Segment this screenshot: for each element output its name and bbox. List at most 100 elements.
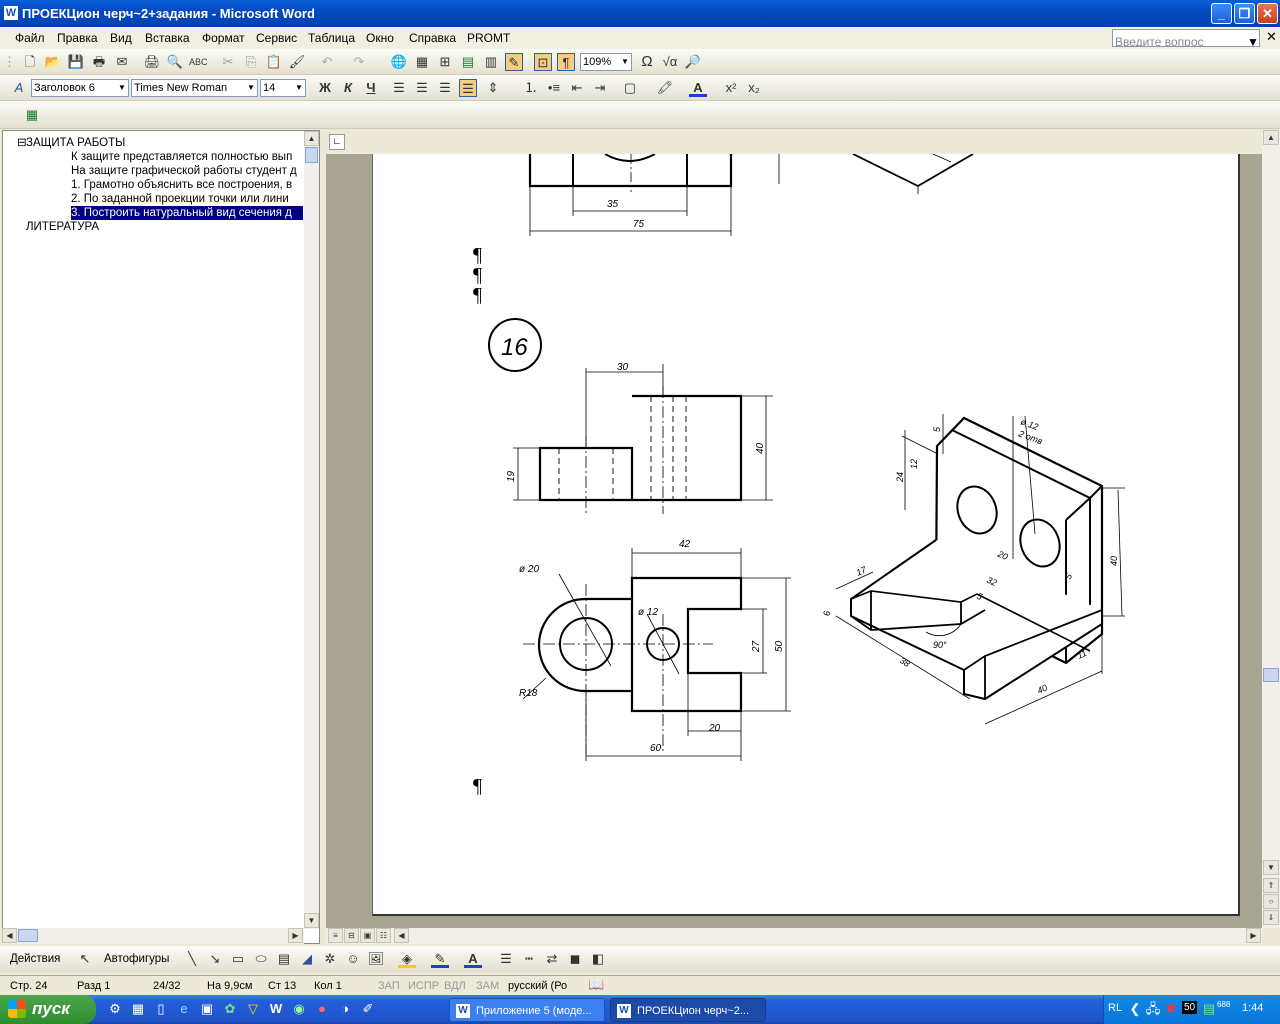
taskbar-task[interactable]: W Приложение 5 (моде... bbox=[449, 998, 605, 1022]
taskbar-task-active[interactable]: W ПРОЕКЦион черч~2... bbox=[610, 998, 766, 1022]
status-trk[interactable]: ИСПР bbox=[408, 980, 439, 992]
nav-vertical-scrollbar[interactable]: ▲ ▼ bbox=[304, 131, 319, 929]
menu-table[interactable]: Таблица bbox=[308, 31, 355, 45]
diagram-icon[interactable]: ✲ bbox=[321, 950, 339, 968]
increase-indent-icon[interactable]: ⇥ bbox=[591, 79, 609, 97]
scroll-right-icon[interactable]: ▶ bbox=[1246, 928, 1261, 943]
status-rec[interactable]: ЗАП bbox=[378, 980, 400, 992]
permission-icon[interactable]: 🖶 bbox=[90, 53, 108, 71]
line-icon[interactable]: ╲ bbox=[183, 950, 201, 968]
spreadsheet-icon[interactable]: ▦ bbox=[23, 106, 41, 124]
insert-excel-icon[interactable]: ▤ bbox=[459, 53, 477, 71]
menu-insert[interactable]: Вставка bbox=[145, 31, 190, 45]
menu-tools[interactable]: Сервис bbox=[256, 31, 297, 45]
draw-actions-menu[interactable]: Действия bbox=[10, 953, 60, 965]
quicklaunch-icon[interactable]: ▦ bbox=[129, 1000, 147, 1018]
bold-button[interactable]: Ж bbox=[316, 79, 334, 97]
align-center-icon[interactable]: ☰ bbox=[413, 79, 431, 97]
network-icon[interactable]: 🖧 bbox=[1144, 1000, 1162, 1018]
tray-counter[interactable]: 50 bbox=[1182, 1001, 1198, 1014]
draw-font-color-icon[interactable]: A bbox=[464, 950, 482, 968]
save-icon[interactable]: 💾 bbox=[67, 53, 85, 71]
quicklaunch-icon[interactable]: ▯ bbox=[152, 1000, 170, 1018]
cut-icon[interactable]: ✂ bbox=[219, 53, 237, 71]
quicklaunch-icon[interactable]: ◑ bbox=[336, 1000, 354, 1018]
font-select[interactable]: Times New Roman ▼ bbox=[131, 79, 258, 97]
clock[interactable]: 1:44 bbox=[1242, 1002, 1263, 1014]
help-search-input[interactable]: Введите вопрос ▼ bbox=[1112, 29, 1260, 47]
superscript-icon[interactable]: x² bbox=[722, 79, 740, 97]
nav-horizontal-scrollbar[interactable]: ◀ ▶ bbox=[2, 928, 304, 944]
select-objects-icon[interactable]: ↖ bbox=[76, 950, 94, 968]
tray-small-counter[interactable]: 688 bbox=[1217, 1000, 1230, 1009]
chevron-down-icon[interactable]: ▼ bbox=[619, 54, 631, 70]
chevron-down-icon[interactable]: ▼ bbox=[293, 80, 305, 96]
shadow-icon[interactable]: ◼ bbox=[566, 950, 584, 968]
quicklaunch-icon[interactable]: ◉ bbox=[290, 1000, 308, 1018]
normal-view-icon[interactable]: ≡ bbox=[328, 928, 343, 943]
menu-help[interactable]: Справка bbox=[409, 31, 456, 45]
nav-item[interactable]: На защите графической работы студент д bbox=[71, 164, 303, 178]
chevron-down-icon[interactable]: ▼ bbox=[245, 80, 257, 96]
copy-icon[interactable]: ⎘ bbox=[242, 53, 260, 71]
scroll-up-icon[interactable]: ▲ bbox=[1263, 130, 1279, 145]
email-icon[interactable]: ✉ bbox=[113, 53, 131, 71]
status-language[interactable]: русский (Ро bbox=[508, 980, 567, 992]
nav-heading[interactable]: ЗАЩИТА РАБОТЫ bbox=[26, 136, 125, 150]
nav-literature[interactable]: ЛИТЕРАТУРА bbox=[26, 220, 99, 234]
start-button[interactable]: пуск bbox=[0, 995, 96, 1024]
line-color-icon[interactable]: ✎ bbox=[431, 950, 449, 968]
numbering-icon[interactable]: ⒈ bbox=[522, 79, 540, 97]
scroll-left-icon[interactable]: ◀ bbox=[394, 928, 409, 943]
previous-page-icon[interactable]: ⇑ bbox=[1263, 878, 1279, 893]
columns-icon[interactable]: ▥ bbox=[482, 53, 500, 71]
status-ext[interactable]: ВДЛ bbox=[444, 980, 466, 992]
oval-icon[interactable]: ⬭ bbox=[252, 950, 270, 968]
quicklaunch-icon[interactable]: ⚙ bbox=[106, 1000, 124, 1018]
restore-button[interactable]: ❐ bbox=[1234, 3, 1255, 24]
borders-icon[interactable]: ▢ bbox=[621, 79, 639, 97]
redo-icon[interactable]: ↷ bbox=[350, 53, 368, 71]
quicklaunch-icon[interactable]: ✿ bbox=[221, 1000, 239, 1018]
nav-item[interactable]: К защите представляется полностью вып bbox=[71, 150, 303, 164]
format-painter-icon[interactable]: 🖌 bbox=[288, 53, 306, 71]
autoshapes-menu[interactable]: Автофигуры bbox=[104, 953, 169, 965]
line-spacing-icon[interactable]: ⇕ bbox=[484, 79, 502, 97]
quicklaunch-icon[interactable]: ● bbox=[313, 1000, 331, 1018]
scroll-down-icon[interactable]: ▼ bbox=[1263, 860, 1279, 875]
open-folder-icon[interactable]: 📂 bbox=[44, 53, 62, 71]
arrow-icon[interactable]: ↘ bbox=[206, 950, 224, 968]
document-map-icon[interactable]: ⊡ bbox=[534, 53, 552, 71]
tables-borders-icon[interactable]: ▦ bbox=[413, 53, 431, 71]
status-ovr[interactable]: ЗАМ bbox=[476, 980, 499, 992]
new-document-icon[interactable]: 🗋 bbox=[21, 53, 39, 71]
document-vertical-scrollbar[interactable]: ▲ ▼ ⇑ ○ ⇓ bbox=[1262, 130, 1280, 928]
language-indicator[interactable]: RL bbox=[1108, 1002, 1122, 1014]
show-formatting-icon[interactable]: ¶ bbox=[557, 53, 575, 71]
scroll-right-icon[interactable]: ▶ bbox=[288, 928, 303, 943]
zoom-select[interactable]: 109% ▼ bbox=[580, 53, 632, 71]
print-layout-icon[interactable]: ▣ bbox=[360, 928, 375, 943]
menu-promt[interactable]: PROMT bbox=[467, 31, 510, 45]
nav-item[interactable]: 2. По заданной проекции точки или лини bbox=[71, 192, 303, 206]
nav-item-selected[interactable]: 3. Построить натуральный вид сечения д bbox=[71, 206, 303, 220]
word-app-icon[interactable]: W bbox=[4, 6, 18, 20]
scroll-thumb[interactable] bbox=[18, 929, 38, 942]
align-left-icon[interactable]: ☰ bbox=[390, 79, 408, 97]
research-icon[interactable]: 🔎 bbox=[684, 53, 702, 71]
quicklaunch-icon[interactable]: ▽ bbox=[244, 1000, 262, 1018]
font-color-icon[interactable]: A bbox=[689, 79, 707, 97]
spelling-icon[interactable]: ABC bbox=[189, 53, 208, 71]
underline-button[interactable]: Ч bbox=[362, 79, 380, 97]
font-size-select[interactable]: 14 ▼ bbox=[260, 79, 306, 97]
minimize-button[interactable]: _ bbox=[1211, 3, 1232, 24]
print-icon[interactable]: 🖨 bbox=[143, 53, 161, 71]
3d-icon[interactable]: ◧ bbox=[589, 950, 607, 968]
justify-icon[interactable]: ☰ bbox=[459, 79, 477, 97]
fill-color-icon[interactable]: ◈ bbox=[398, 950, 416, 968]
styles-pane-icon[interactable]: A bbox=[10, 79, 28, 97]
scroll-left-icon[interactable]: ◀ bbox=[2, 928, 17, 943]
outline-view-icon[interactable]: ☷ bbox=[376, 928, 391, 943]
scroll-thumb[interactable] bbox=[1263, 668, 1279, 682]
quicklaunch-icon[interactable]: ▣ bbox=[198, 1000, 216, 1018]
